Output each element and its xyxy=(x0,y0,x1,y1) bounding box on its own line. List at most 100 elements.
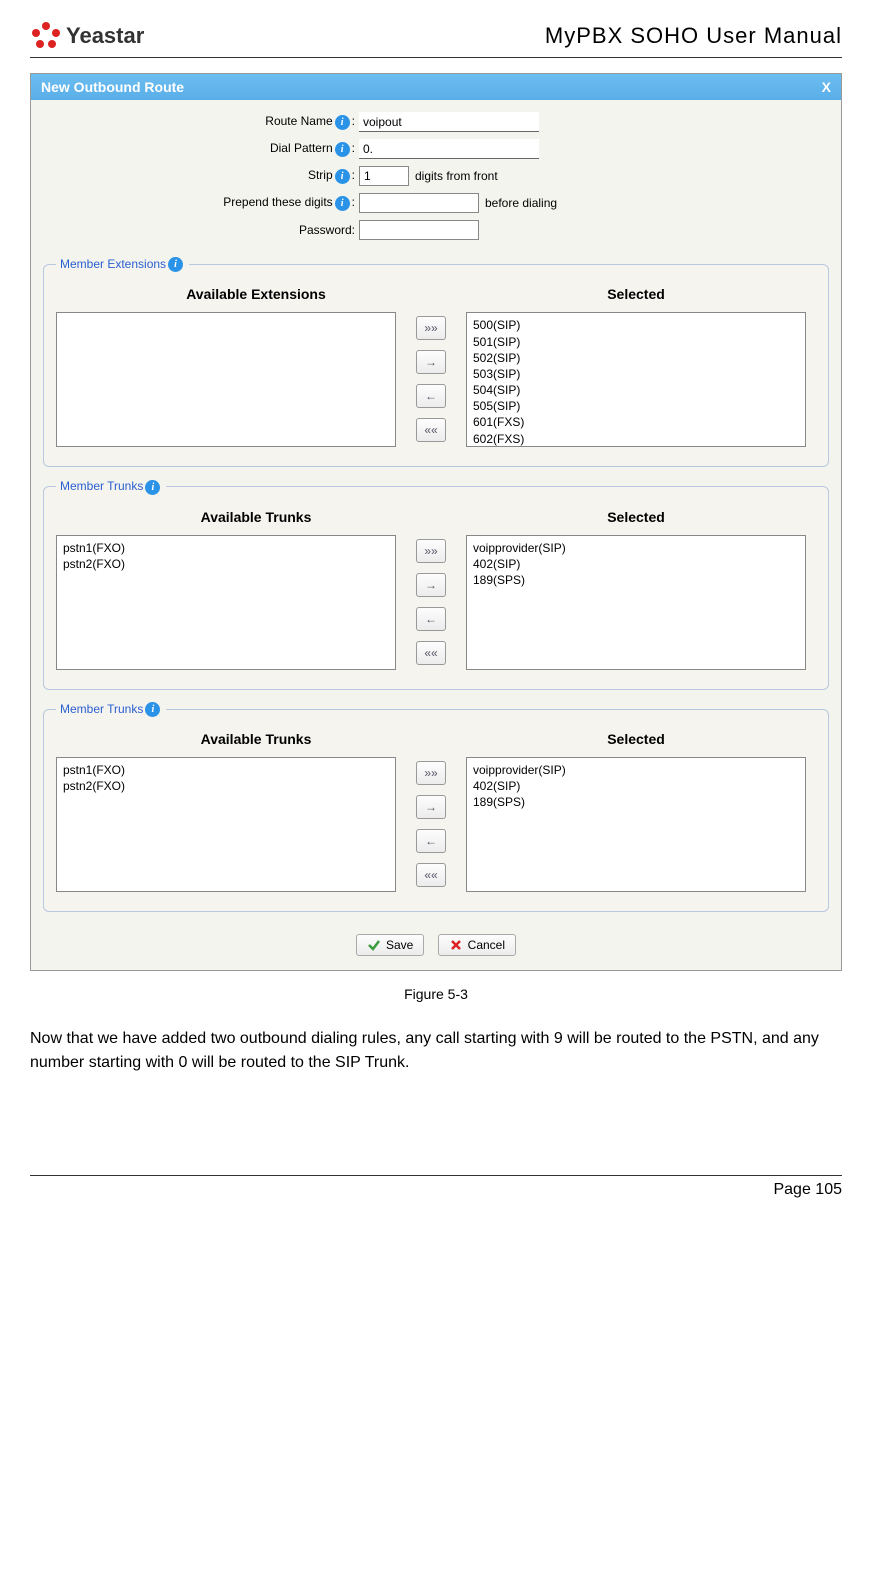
list-item[interactable]: 505(SIP) xyxy=(473,398,799,414)
transfer-buttons: »» → ← «« xyxy=(396,535,466,675)
section-legend: Member Trunksi xyxy=(56,479,166,494)
move-all-right-button[interactable]: »» xyxy=(416,316,446,340)
move-all-left-button[interactable]: «« xyxy=(416,863,446,887)
list-item[interactable]: pstn1(FXO) xyxy=(63,762,389,778)
body-paragraph: Now that we have added two outbound dial… xyxy=(30,1027,842,1075)
transfer-buttons: »» → ← «« xyxy=(396,312,466,452)
prepend-suffix: before dialing xyxy=(485,196,557,210)
list-item[interactable]: 503(SIP) xyxy=(473,366,799,382)
move-all-left-button[interactable]: «« xyxy=(416,641,446,665)
section-legend: Member Extensionsi xyxy=(56,257,189,272)
form-area: Route Namei: Dial Patterni: Stripi: digi… xyxy=(31,100,841,251)
move-left-button[interactable]: ← xyxy=(416,607,446,631)
info-icon[interactable]: i xyxy=(335,169,350,184)
dialog-actions: Save Cancel xyxy=(31,924,841,970)
list-item[interactable]: 500(SIP) xyxy=(473,317,799,333)
cancel-button[interactable]: Cancel xyxy=(438,934,516,956)
section-0: Member Extensionsi Available ExtensionsSe… xyxy=(43,257,829,467)
available-listbox[interactable] xyxy=(56,312,396,447)
info-icon[interactable]: i xyxy=(145,702,160,717)
list-item[interactable]: pstn2(FXO) xyxy=(63,778,389,794)
flower-icon xyxy=(30,20,62,52)
row-dial-pattern: Dial Patterni: xyxy=(49,139,823,159)
row-password: Password: xyxy=(49,220,823,240)
strip-input[interactable] xyxy=(359,166,409,186)
available-header: Available Trunks xyxy=(56,509,456,525)
move-right-button[interactable]: → xyxy=(416,573,446,597)
selected-listbox[interactable]: voipprovider(SIP)402(SIP)189(SPS) xyxy=(466,757,806,892)
info-icon[interactable]: i xyxy=(335,196,350,211)
document-footer: Page 105 xyxy=(30,1175,842,1199)
prepend-input[interactable] xyxy=(359,193,479,213)
section-2: Member Trunksi Available TrunksSelected ps… xyxy=(43,702,829,912)
dialog-titlebar: New Outbound Route X xyxy=(31,74,841,100)
move-left-button[interactable]: ← xyxy=(416,384,446,408)
route-name-label: Route Name xyxy=(265,114,332,128)
dial-pattern-label: Dial Pattern xyxy=(270,141,333,155)
info-icon[interactable]: i xyxy=(145,480,160,495)
selected-listbox[interactable]: voipprovider(SIP)402(SIP)189(SPS) xyxy=(466,535,806,670)
list-item[interactable]: 602(FXS) xyxy=(473,431,799,447)
list-item[interactable]: 189(SPS) xyxy=(473,572,799,588)
columns-header: Available TrunksSelected xyxy=(56,731,816,747)
cancel-label: Cancel xyxy=(468,938,505,952)
list-item[interactable]: 189(SPS) xyxy=(473,794,799,810)
info-icon[interactable]: i xyxy=(335,115,350,130)
page-number: Page 105 xyxy=(773,1181,842,1199)
close-icon[interactable]: X xyxy=(822,79,831,95)
new-outbound-route-dialog: New Outbound Route X Route Namei: Dial P… xyxy=(30,73,842,971)
available-listbox[interactable]: pstn1(FXO)pstn2(FXO) xyxy=(56,535,396,670)
section-1: Member Trunksi Available TrunksSelected ps… xyxy=(43,479,829,689)
list-item[interactable]: 501(SIP) xyxy=(473,334,799,350)
list-item[interactable]: pstn2(FXO) xyxy=(63,556,389,572)
brand-name: Yeastar xyxy=(66,23,144,49)
available-listbox[interactable]: pstn1(FXO)pstn2(FXO) xyxy=(56,757,396,892)
list-item[interactable]: 601(FXS) xyxy=(473,414,799,430)
list-item[interactable]: 504(SIP) xyxy=(473,382,799,398)
available-header: Available Extensions xyxy=(56,286,456,302)
selected-listbox[interactable]: 500(SIP)501(SIP)502(SIP)503(SIP)504(SIP)… xyxy=(466,312,806,447)
move-all-right-button[interactable]: »» xyxy=(416,539,446,563)
move-all-left-button[interactable]: «« xyxy=(416,418,446,442)
document-header: Yeastar MyPBX SOHO User Manual xyxy=(30,20,842,58)
password-label: Password: xyxy=(299,223,355,237)
figure-caption: Figure 5-3 xyxy=(30,986,842,1002)
list-item[interactable]: 402(SIP) xyxy=(473,778,799,794)
check-icon xyxy=(367,938,381,952)
move-right-button[interactable]: → xyxy=(416,350,446,374)
columns-header: Available ExtensionsSelected xyxy=(56,286,816,302)
document-title: MyPBX SOHO User Manual xyxy=(545,23,842,49)
brand-logo: Yeastar xyxy=(30,20,144,52)
dialog-title: New Outbound Route xyxy=(41,79,184,95)
move-left-button[interactable]: ← xyxy=(416,829,446,853)
route-name-input[interactable] xyxy=(359,112,539,132)
x-icon xyxy=(449,938,463,952)
transfer-buttons: »» → ← «« xyxy=(396,757,466,897)
save-label: Save xyxy=(386,938,413,952)
list-item[interactable]: 402(SIP) xyxy=(473,556,799,572)
selected-header: Selected xyxy=(456,286,816,302)
transfer-row: »»→←««500(SIP)501(SIP)502(SIP)503(SIP)50… xyxy=(56,312,816,452)
list-item[interactable]: 502(SIP) xyxy=(473,350,799,366)
save-button[interactable]: Save xyxy=(356,934,424,956)
columns-header: Available TrunksSelected xyxy=(56,509,816,525)
transfer-row: pstn1(FXO)pstn2(FXO) »» → ← «« voipprovider(S… xyxy=(56,757,816,897)
info-icon[interactable]: i xyxy=(168,257,183,272)
list-item[interactable]: pstn1(FXO) xyxy=(63,540,389,556)
move-all-right-button[interactable]: »» xyxy=(416,761,446,785)
strip-suffix: digits from front xyxy=(415,169,498,183)
list-item[interactable]: voipprovider(SIP) xyxy=(473,762,799,778)
prepend-label: Prepend these digits xyxy=(223,195,332,209)
section-legend: Member Trunksi xyxy=(56,702,166,717)
info-icon[interactable]: i xyxy=(335,142,350,157)
dial-pattern-input[interactable] xyxy=(359,139,539,159)
list-item[interactable]: voipprovider(SIP) xyxy=(473,540,799,556)
row-route-name: Route Namei: xyxy=(49,112,823,132)
password-input[interactable] xyxy=(359,220,479,240)
strip-label: Strip xyxy=(308,168,333,182)
move-right-button[interactable]: → xyxy=(416,795,446,819)
available-header: Available Trunks xyxy=(56,731,456,747)
selected-header: Selected xyxy=(456,509,816,525)
row-prepend: Prepend these digitsi: before dialing xyxy=(49,193,823,213)
row-strip: Stripi: digits from front xyxy=(49,166,823,186)
